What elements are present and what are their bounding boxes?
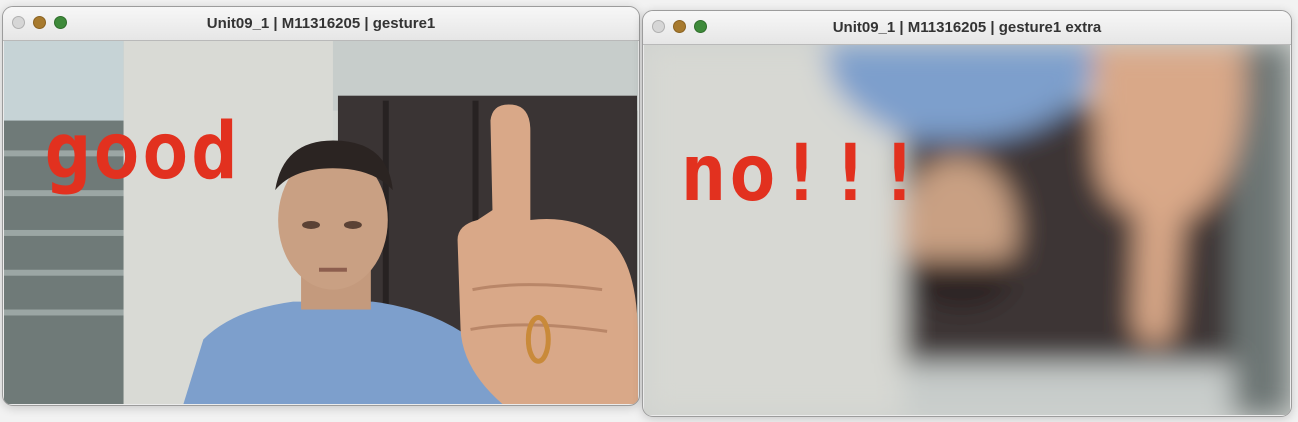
window-title: Unit09_1 | M11316205 | gesture1 extra (832, 19, 1102, 36)
gesture-label-no: no!!! (680, 129, 925, 219)
camera-frame: no!!! (644, 45, 1290, 415)
webcam-image (4, 41, 638, 404)
gesture1-extra-window: Unit09_1 | M11316205 | gesture1 extra no… (642, 10, 1292, 417)
camera-frame: good (4, 41, 638, 404)
window-title: Unit09_1 | M11316205 | gesture1 (206, 15, 436, 32)
gesture1-window: Unit09_1 | M11316205 | gesture1 good (2, 6, 640, 406)
window-titlebar[interactable]: Unit09_1 | M11316205 | gesture1 (3, 7, 639, 41)
blurred-flipped-image (644, 45, 1290, 415)
gesture-label-good: good (44, 107, 240, 197)
window-titlebar[interactable]: Unit09_1 | M11316205 | gesture1 extra (643, 11, 1291, 45)
